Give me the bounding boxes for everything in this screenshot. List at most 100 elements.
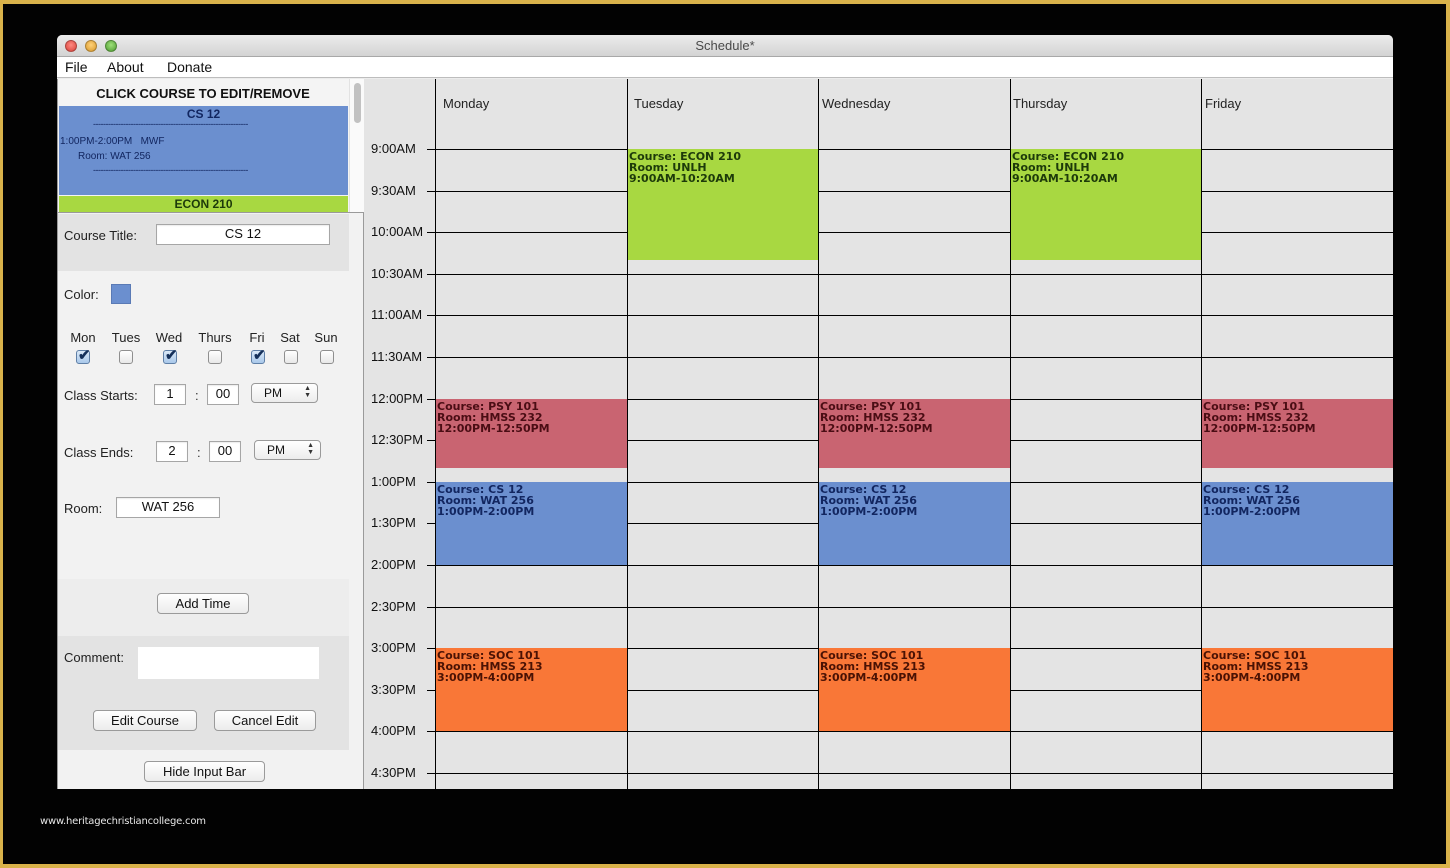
course-list-item-title: ECON 210 [174, 197, 233, 211]
course-event-block[interactable]: Course: CS 12 Room: WAT 256 1:00PM-2:00PM [819, 482, 1010, 565]
course-event-block[interactable]: Course: CS 12 Room: WAT 256 1:00PM-2:00PM [1202, 482, 1393, 565]
end-hour-input[interactable]: 2 [156, 441, 188, 462]
event-text-line: 1:00PM-2:00PM [437, 505, 535, 518]
course-title-label: Course Title: [64, 228, 137, 243]
add-time-button[interactable]: Add Time [157, 593, 249, 614]
color-label: Color: [64, 287, 99, 302]
window-title: Schedule* [695, 38, 755, 53]
class-ends-label: Class Ends: [64, 445, 134, 460]
time-gridline [427, 274, 1393, 275]
time-label: 11:00AM [371, 307, 423, 322]
time-colon: : [197, 445, 201, 460]
time-gridline [427, 232, 1393, 233]
time-gridline [427, 773, 1393, 774]
event-text-line: 12:00PM-12:50PM [1203, 422, 1316, 435]
course-title-section: Course Title: CS 12 [58, 214, 349, 271]
course-list-header: CLICK COURSE TO EDIT/REMOVE [96, 86, 310, 101]
checkbox-wed[interactable]: ✔ [163, 347, 178, 364]
updown-arrows-icon: ▲ ▼ [307, 442, 314, 456]
event-text-line: 1:00PM-2:00PM [820, 505, 918, 518]
course-event-block[interactable]: Course: SOC 101 Room: HMSS 213 3:00PM-4:00… [1202, 648, 1393, 731]
checkmark-icon: ✔ [78, 347, 91, 364]
days-section: Mon Tues Wed Thurs Fri Sat Sun ✔ ✔ ✔ [58, 320, 349, 369]
time-label: 1:30PM [371, 515, 416, 530]
comment-input[interactable] [138, 647, 319, 679]
checkbox-sat[interactable] [284, 350, 298, 364]
time-label: 12:30PM [371, 432, 424, 447]
room-label: Room: [64, 501, 103, 516]
menu-bar: File About Donate [57, 57, 1393, 78]
course-list-item-econ210[interactable]: ECON 210 [59, 196, 348, 212]
start-hour-input[interactable]: 1 [154, 384, 186, 405]
course-list-item-cs12[interactable]: CS 12 ----------------------------------… [59, 106, 348, 195]
title-bar[interactable]: Schedule* [57, 35, 1393, 57]
time-label: 2:00PM [371, 557, 416, 572]
schedule-window: Schedule* File About Donate CLICK COURSE… [57, 35, 1393, 789]
day-label-thurs: Thurs [198, 330, 232, 345]
end-ampm-value: PM [267, 443, 285, 457]
start-ampm-value: PM [264, 386, 282, 400]
time-label: 2:30PM [371, 599, 416, 614]
menu-file[interactable]: File [65, 59, 88, 75]
course-event-block[interactable]: Course: SOC 101 Room: HMSS 213 3:00PM-4:00… [436, 648, 627, 731]
time-label: 1:00PM [371, 474, 416, 489]
comment-section: Comment: Edit Course Cancel Edit [58, 636, 349, 750]
course-event-block[interactable]: Course: ECON 210 Room: UNLH 9:00AM-10:20AM [1011, 149, 1201, 260]
day-header-friday: Friday [1205, 96, 1242, 111]
day-label-tues: Tues [111, 330, 141, 345]
time-label: 9:30AM [371, 183, 416, 198]
room-input[interactable]: WAT 256 [116, 497, 220, 518]
event-text-line: 9:00AM-10:20AM [1012, 172, 1118, 185]
color-picker-swatch[interactable] [111, 284, 131, 304]
course-event-block[interactable]: Course: PSY 101 Room: HMSS 232 12:00PM-12:… [819, 399, 1010, 468]
day-label-mon: Mon [70, 330, 96, 345]
checkmark-icon: ✔ [165, 347, 178, 364]
divider: ----------------------------------------… [93, 119, 248, 129]
course-event-block[interactable]: Course: PSY 101 Room: HMSS 232 12:00PM-12:… [1202, 399, 1393, 468]
end-minute-input[interactable]: 00 [209, 441, 241, 462]
scroll-thumb[interactable] [354, 83, 361, 123]
day-label-sun: Sun [314, 330, 338, 345]
event-text-line: 1:00PM-2:00PM [1203, 505, 1301, 518]
event-text-line: 12:00PM-12:50PM [820, 422, 933, 435]
time-gridline [427, 191, 1393, 192]
checkbox-mon[interactable]: ✔ [76, 347, 91, 364]
updown-arrows-icon: ▲ ▼ [304, 385, 311, 399]
weekly-calendar: Monday Tuesday Wednesday Thursday Friday… [364, 79, 1393, 789]
course-event-block[interactable]: Course: CS 12 Room: WAT 256 1:00PM-2:00PM [436, 482, 627, 565]
event-text-line: 12:00PM-12:50PM [437, 422, 550, 435]
end-ampm-select[interactable]: PM ▲ ▼ [254, 440, 321, 460]
course-list-item-room: Room: WAT 256 [78, 151, 151, 162]
color-section: Color: [58, 271, 349, 320]
time-label: 12:00PM [371, 391, 424, 406]
checkbox-thurs[interactable] [208, 350, 222, 364]
event-text-line: 9:00AM-10:20AM [629, 172, 735, 185]
checkbox-sun[interactable] [320, 350, 334, 364]
checkbox-fri[interactable]: ✔ [251, 347, 266, 364]
event-text-line: 3:00PM-4:00PM [437, 671, 535, 684]
input-bar: CLICK COURSE TO EDIT/REMOVE CS 12 ------… [57, 79, 364, 789]
hide-input-bar-button[interactable]: Hide Input Bar [144, 761, 265, 782]
course-event-block[interactable]: Course: PSY 101 Room: HMSS 232 12:00PM-12:… [436, 399, 627, 468]
checkbox-tues[interactable] [119, 350, 133, 364]
time-colon: : [195, 388, 199, 403]
class-starts-label: Class Starts: [64, 388, 138, 403]
course-event-block[interactable]: Course: ECON 210 Room: UNLH 9:00AM-10:20AM [628, 149, 818, 260]
menu-about[interactable]: About [107, 59, 144, 75]
edit-course-button[interactable]: Edit Course [93, 710, 197, 731]
course-list-item-time: 1:00PM-2:00PM MWF [60, 136, 165, 147]
cancel-edit-button[interactable]: Cancel Edit [214, 710, 316, 731]
menu-donate[interactable]: Donate [167, 59, 212, 75]
time-label: 4:30PM [371, 765, 416, 780]
course-list-scrollbar[interactable] [349, 79, 364, 212]
watermark: www.heritagechristiancollege.com [40, 816, 206, 827]
course-list: CLICK COURSE TO EDIT/REMOVE CS 12 ------… [58, 79, 364, 213]
time-gridline [427, 731, 1393, 732]
time-label: 3:30PM [371, 682, 416, 697]
start-ampm-select[interactable]: PM ▲ ▼ [251, 383, 318, 403]
time-section: Class Starts: 1 : 00 PM ▲ ▼ Class Ends: 2… [58, 369, 349, 579]
day-label-sat: Sat [280, 330, 300, 345]
course-event-block[interactable]: Course: SOC 101 Room: HMSS 213 3:00PM-4:00… [819, 648, 1010, 731]
course-title-input[interactable]: CS 12 [156, 224, 330, 245]
start-minute-input[interactable]: 00 [207, 384, 239, 405]
